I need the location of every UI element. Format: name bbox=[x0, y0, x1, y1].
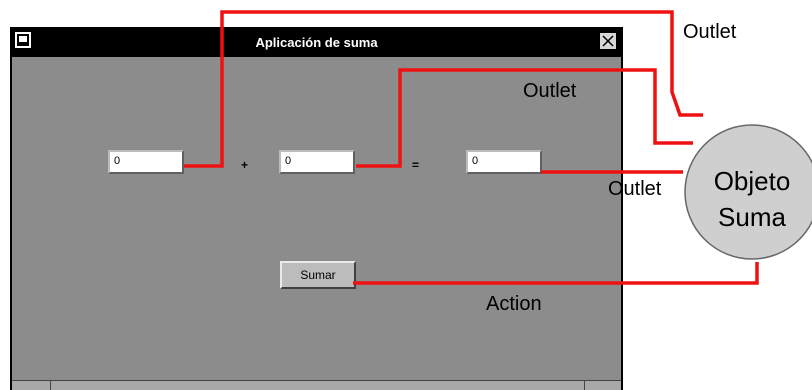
outlet-label: Outlet bbox=[683, 21, 737, 43]
outlet-connector-first bbox=[184, 10, 703, 168]
action-label: Action bbox=[486, 293, 542, 315]
object-label: Objeto Suma bbox=[682, 163, 812, 235]
action-connector bbox=[353, 262, 759, 285]
outlet-label: Outlet bbox=[608, 178, 662, 200]
object-label-line2: Suma bbox=[718, 202, 786, 232]
object-label-line1: Objeto bbox=[713, 166, 791, 196]
outlet-label: Outlet bbox=[523, 80, 577, 102]
